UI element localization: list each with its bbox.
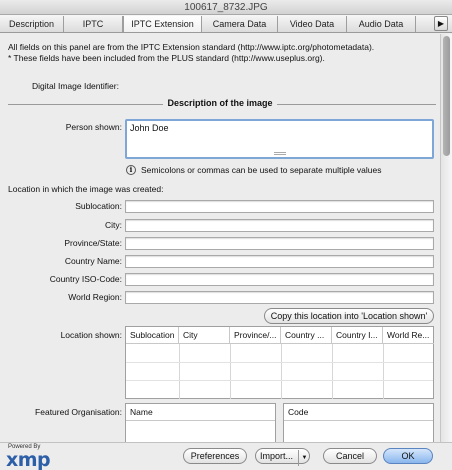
note-line-2: * These fields have been included from t… [8,53,325,63]
column-header-sublocation[interactable]: Sublocation [126,327,179,344]
province-state-label: Province/State: [64,238,122,248]
cancel-button[interactable]: Cancel [323,448,377,464]
tab-iptc[interactable]: IPTC [64,16,123,32]
column-header-name[interactable]: Name [126,404,275,421]
featured-org-name-table[interactable]: Name [125,403,276,442]
triangle-right-icon[interactable]: ▶ [434,16,448,31]
tab-video-data[interactable]: Video Data [278,16,347,32]
resize-grip[interactable] [274,152,286,155]
column-header-province[interactable]: Province/... [230,327,281,344]
window-title: 100617_8732.JPG [0,0,452,15]
separator-hint: Semicolons or commas can be used to sepa… [141,165,382,175]
dialog-footer: Powered By xmp Preferences Import... ▼ C… [0,442,452,470]
copy-location-button[interactable]: Copy this location into 'Location shown' [264,308,434,324]
location-created-heading: Location in which the image was created: [8,184,164,194]
info-icon: i [126,165,136,175]
person-shown-label: Person shown: [65,122,122,132]
person-shown-value: John Doe [130,123,169,133]
column-header-country-iso[interactable]: Country I... [332,327,383,344]
location-shown-table[interactable]: Sublocation City Province/... Country ..… [125,326,434,399]
sublocation-label: Sublocation: [75,201,122,211]
world-region-label: World Region: [68,292,122,302]
featured-organisation-label: Featured Organisation: [35,407,122,417]
tab-audio-data[interactable]: Audio Data [347,16,416,32]
city-field[interactable] [125,219,434,232]
world-region-field[interactable] [125,291,434,304]
country-iso-code-label: Country ISO-Code: [49,274,122,284]
ok-button[interactable]: OK [383,448,433,464]
chevron-down-icon[interactable]: ▼ [298,450,310,466]
column-header-country[interactable]: Country ... [281,327,332,344]
city-label: City: [105,220,122,230]
province-state-field[interactable] [125,237,434,250]
vertical-scrollbar[interactable] [440,34,452,442]
note-line-1: All fields on this panel are from the IP… [8,42,375,52]
scrollbar-thumb[interactable] [443,36,450,156]
tab-iptc-extension[interactable]: IPTC Extension [123,16,202,32]
import-button-label: Import... [259,451,293,461]
country-iso-code-field[interactable] [125,273,434,286]
digital-image-identifier-label: Digital Image Identifier: [32,81,119,91]
country-name-field[interactable] [125,255,434,268]
column-header-world-region[interactable]: World Re... [383,327,434,344]
tab-description[interactable]: Description [0,16,64,32]
preferences-button[interactable]: Preferences [183,448,247,464]
xmp-logo: xmp [6,449,51,470]
tab-bar: Description IPTC IPTC Extension Camera D… [0,15,452,33]
person-shown-field[interactable]: John Doe [125,119,434,159]
description-section-title: Description of the image [163,98,277,108]
country-name-label: Country Name: [64,256,122,266]
column-header-city[interactable]: City [179,327,230,344]
tab-camera-data[interactable]: Camera Data [202,16,278,32]
featured-org-code-table[interactable]: Code [283,403,434,442]
location-shown-label: Location shown: [60,330,122,340]
panel-notes: All fields on this panel are from the IP… [8,42,374,64]
column-header-code[interactable]: Code [284,404,433,421]
sublocation-field[interactable] [125,200,434,213]
iptc-extension-panel: All fields on this panel are from the IP… [0,34,440,442]
